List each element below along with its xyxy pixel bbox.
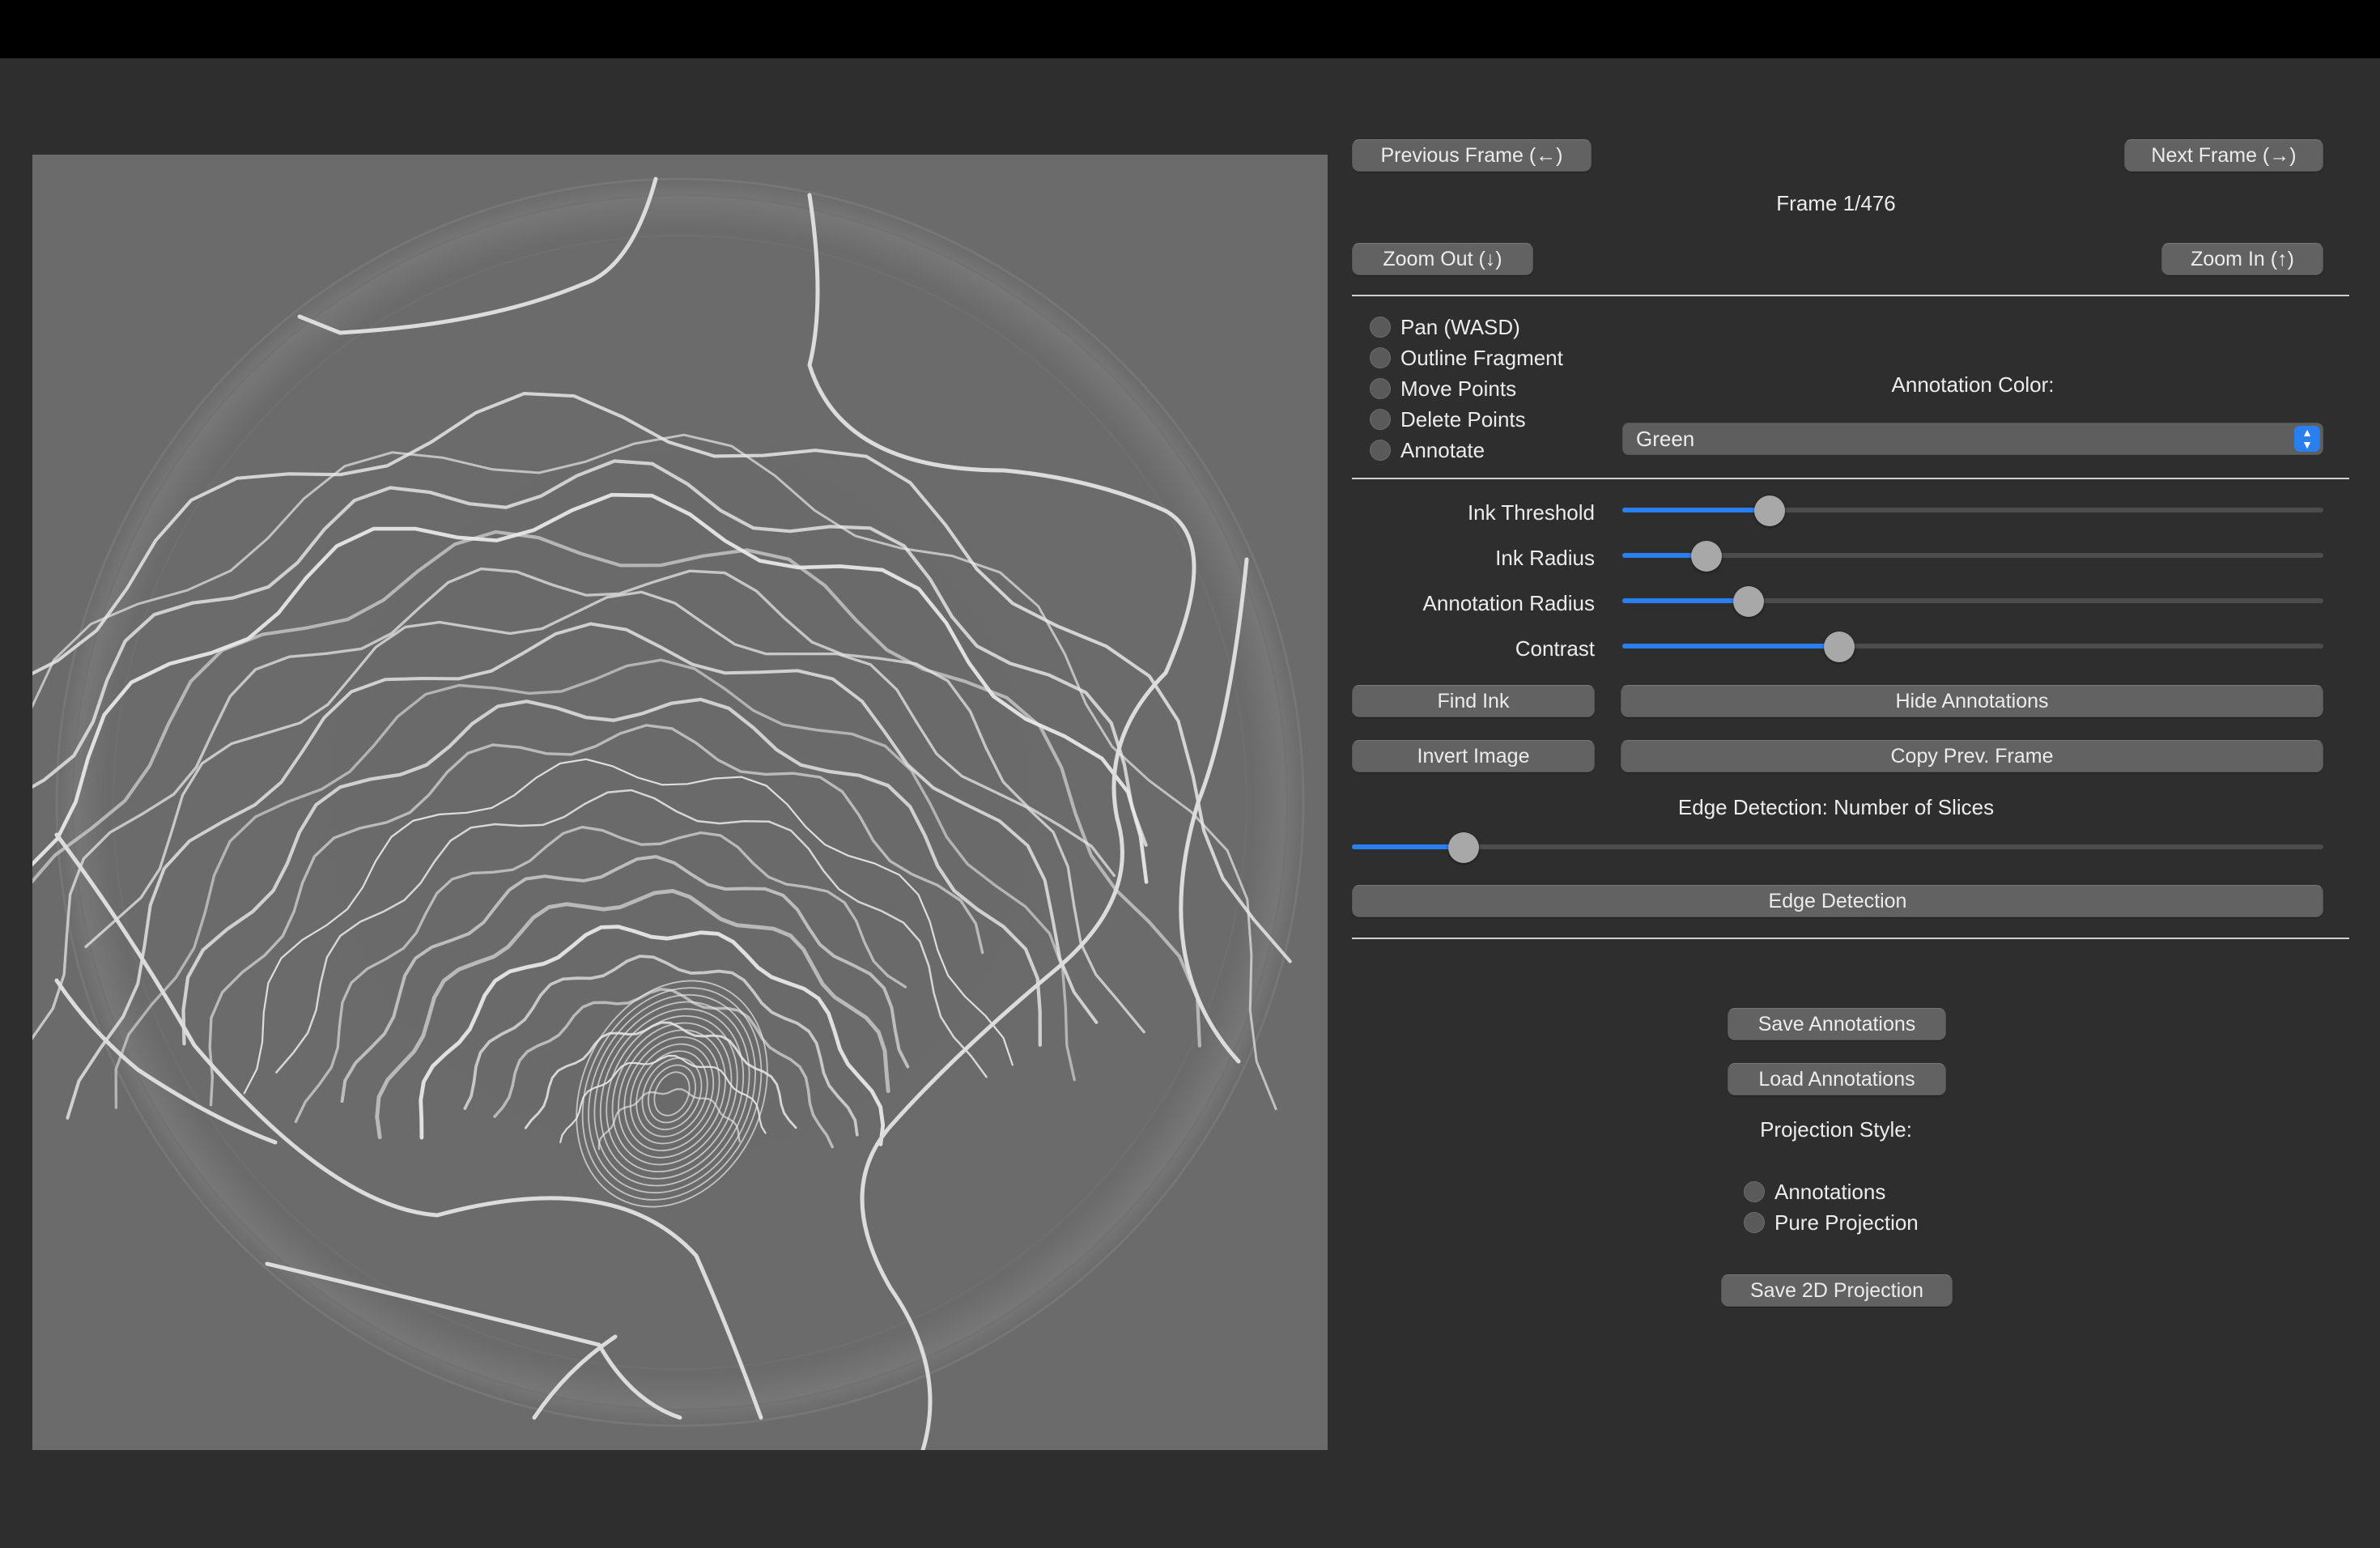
radio-indicator[interactable] bbox=[1370, 347, 1391, 368]
scan-image[interactable] bbox=[32, 155, 1328, 1450]
annotation-color-select[interactable]: Green ▲ ▼ bbox=[1622, 423, 2323, 455]
ink-threshold-slider[interactable] bbox=[1622, 495, 2323, 526]
tool-radio-move-points[interactable]: Move Points bbox=[1370, 374, 1580, 402]
projection-radio-pure-projection[interactable]: Pure Projection bbox=[1744, 1208, 1970, 1235]
slider-knob[interactable] bbox=[1732, 586, 1764, 617]
invert-image-button[interactable]: Invert Image bbox=[1352, 740, 1595, 772]
frame-counter: Frame 1/476 bbox=[1776, 191, 1896, 215]
tool-label: Delete Points bbox=[1400, 407, 1526, 432]
radio-indicator[interactable] bbox=[1370, 378, 1391, 399]
contrast-slider[interactable] bbox=[1622, 632, 2323, 662]
slider-knob[interactable] bbox=[1448, 832, 1479, 863]
find-ink-button[interactable]: Find Ink bbox=[1352, 685, 1595, 717]
slider-track[interactable] bbox=[1622, 553, 2323, 558]
window-titlebar bbox=[0, 0, 2380, 58]
divider bbox=[1352, 295, 2349, 296]
annotation-color-label: Annotation Color: bbox=[1891, 372, 2055, 397]
divider bbox=[1352, 478, 2349, 479]
tool-radio-delete-points[interactable]: Delete Points bbox=[1370, 405, 1580, 432]
edge-detection-slices-slider[interactable] bbox=[1352, 832, 2323, 863]
previous-frame-button[interactable]: Previous Frame (←) bbox=[1352, 139, 1592, 172]
save-2d-projection-button[interactable]: Save 2D Projection bbox=[1721, 1274, 1953, 1307]
projection-label: Annotations bbox=[1774, 1180, 1886, 1204]
radio-indicator[interactable] bbox=[1744, 1212, 1765, 1233]
radio-indicator[interactable] bbox=[1744, 1181, 1765, 1202]
tool-radio-outline-fragment[interactable]: Outline Fragment bbox=[1370, 343, 1613, 371]
tool-radio-annotate[interactable]: Annotate bbox=[1370, 436, 1580, 463]
tool-label: Outline Fragment bbox=[1400, 346, 1563, 370]
annotation-radius-slider[interactable] bbox=[1622, 586, 2323, 617]
slider-knob[interactable] bbox=[1690, 541, 1722, 572]
projection-label: Pure Projection bbox=[1774, 1210, 1919, 1235]
slider-fill bbox=[1352, 844, 1464, 849]
control-panel: Previous Frame (←) Next Frame (→) Frame … bbox=[1350, 130, 2349, 1344]
ink-radius-slider[interactable] bbox=[1622, 541, 2323, 572]
zoom-in-button[interactable]: Zoom In (↑) bbox=[2161, 243, 2323, 275]
slider-fill bbox=[1622, 598, 1749, 603]
slider-fill bbox=[1622, 644, 1840, 649]
edge-detection-slices-label: Edge Detection: Number of Slices bbox=[1677, 795, 1995, 819]
radio-indicator[interactable] bbox=[1370, 317, 1391, 338]
hide-annotations-button[interactable]: Hide Annotations bbox=[1621, 685, 2323, 717]
ink-radius-label: Ink Radius bbox=[1495, 546, 1595, 570]
projection-radio-annotations[interactable]: Annotations bbox=[1744, 1177, 1954, 1205]
radio-indicator[interactable] bbox=[1370, 440, 1391, 461]
annotation-radius-label: Annotation Radius bbox=[1422, 591, 1595, 615]
slider-track[interactable] bbox=[1352, 844, 2323, 849]
chevron-up-down-icon: ▲ ▼ bbox=[2294, 426, 2320, 452]
tool-label: Annotate bbox=[1400, 438, 1485, 462]
load-annotations-button[interactable]: Load Annotations bbox=[1728, 1063, 1946, 1095]
divider bbox=[1352, 938, 2349, 939]
tool-label: Move Points bbox=[1400, 376, 1517, 401]
ink-threshold-label: Ink Threshold bbox=[1467, 500, 1595, 525]
zoom-out-button[interactable]: Zoom Out (↓) bbox=[1352, 243, 1533, 275]
slider-fill bbox=[1622, 508, 1770, 512]
annotation-color-value: Green bbox=[1636, 427, 1695, 451]
tool-radio-pan[interactable]: Pan (WASD) bbox=[1370, 313, 1580, 340]
contrast-label: Contrast bbox=[1515, 636, 1595, 661]
radio-indicator[interactable] bbox=[1370, 409, 1391, 430]
slider-knob[interactable] bbox=[1824, 632, 1855, 662]
next-frame-button[interactable]: Next Frame (→) bbox=[2124, 139, 2323, 172]
projection-style-label: Projection Style: bbox=[1760, 1117, 1912, 1142]
slider-knob[interactable] bbox=[1753, 495, 1785, 526]
scan-viewer[interactable] bbox=[32, 155, 1328, 1450]
copy-prev-frame-button[interactable]: Copy Prev. Frame bbox=[1621, 740, 2323, 772]
edge-detection-button[interactable]: Edge Detection bbox=[1352, 885, 2323, 917]
save-annotations-button[interactable]: Save Annotations bbox=[1728, 1008, 1946, 1040]
tool-label: Pan (WASD) bbox=[1400, 315, 1520, 339]
